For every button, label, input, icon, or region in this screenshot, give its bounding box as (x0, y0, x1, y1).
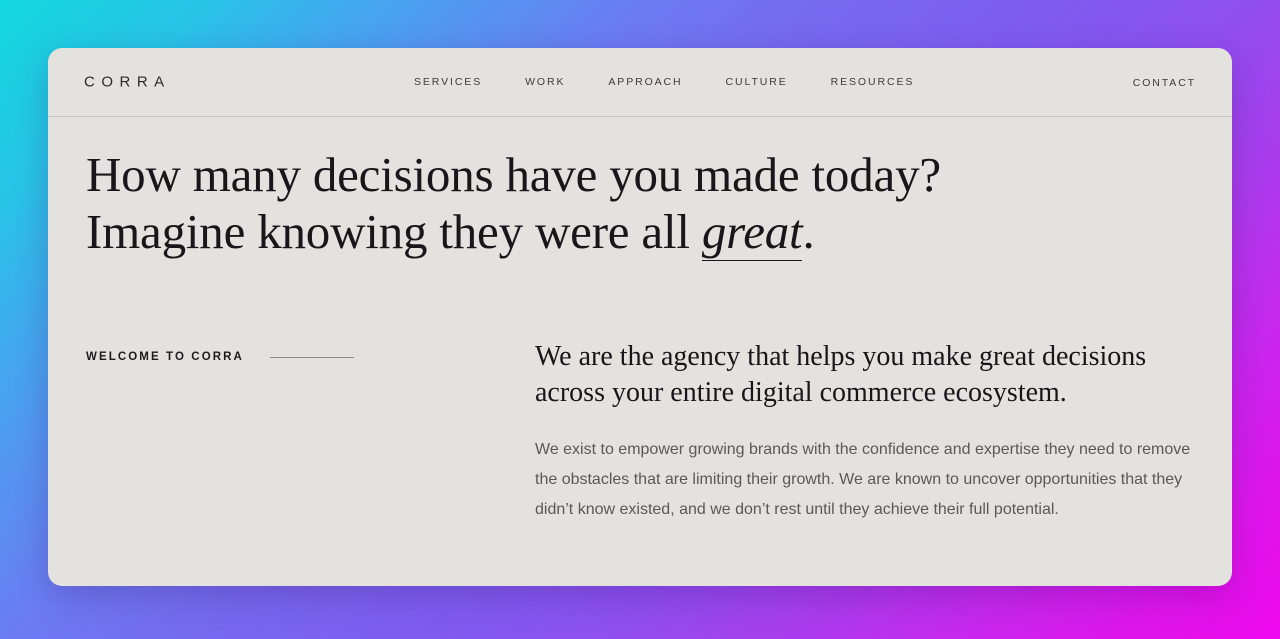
nav-item-work[interactable]: WORK (525, 76, 565, 88)
intro-lede: We are the agency that helps you make gr… (535, 341, 1147, 408)
eyebrow-rule-divider (269, 356, 354, 358)
nav-item-culture[interactable]: CULTURE (726, 76, 788, 88)
eyebrow-label: WELCOME TO CORRA (86, 351, 244, 363)
brand-logo[interactable]: CORRA (84, 74, 171, 91)
nav-item-approach[interactable]: APPROACH (608, 76, 682, 88)
primary-navigation: SERVICES WORK APPROACH CULTURE RESOURCES (414, 76, 914, 88)
contact-navigation: CONTACT (1133, 73, 1196, 91)
nav-item-contact[interactable]: CONTACT (1133, 77, 1196, 89)
hero-headline: How many decisions have you made today? … (86, 146, 1194, 261)
intro-right-column: We are the agency that helps you make gr… (535, 339, 1194, 525)
hero-headline-line-2-prefix: Imagine knowing they were all (86, 204, 702, 259)
hero-headline-line-1: How many decisions have you made today? (86, 147, 941, 202)
hero-headline-line-2-suffix: . (802, 204, 815, 259)
intro-left-column: WELCOME TO CORRA (86, 339, 535, 525)
intro-section: WELCOME TO CORRA We are the agency that … (48, 339, 1232, 525)
nav-item-resources[interactable]: RESOURCES (831, 76, 915, 88)
page-card: CORRA SERVICES WORK APPROACH CULTURE RES… (48, 48, 1232, 586)
nav-item-services[interactable]: SERVICES (414, 76, 482, 88)
site-header: CORRA SERVICES WORK APPROACH CULTURE RES… (48, 48, 1232, 117)
hero-headline-emphasis: great (701, 204, 803, 261)
hero-section: How many decisions have you made today? … (48, 146, 1232, 261)
intro-body-copy: We exist to empower growing brands with … (535, 441, 1191, 518)
eyebrow-row: WELCOME TO CORRA (86, 351, 535, 363)
